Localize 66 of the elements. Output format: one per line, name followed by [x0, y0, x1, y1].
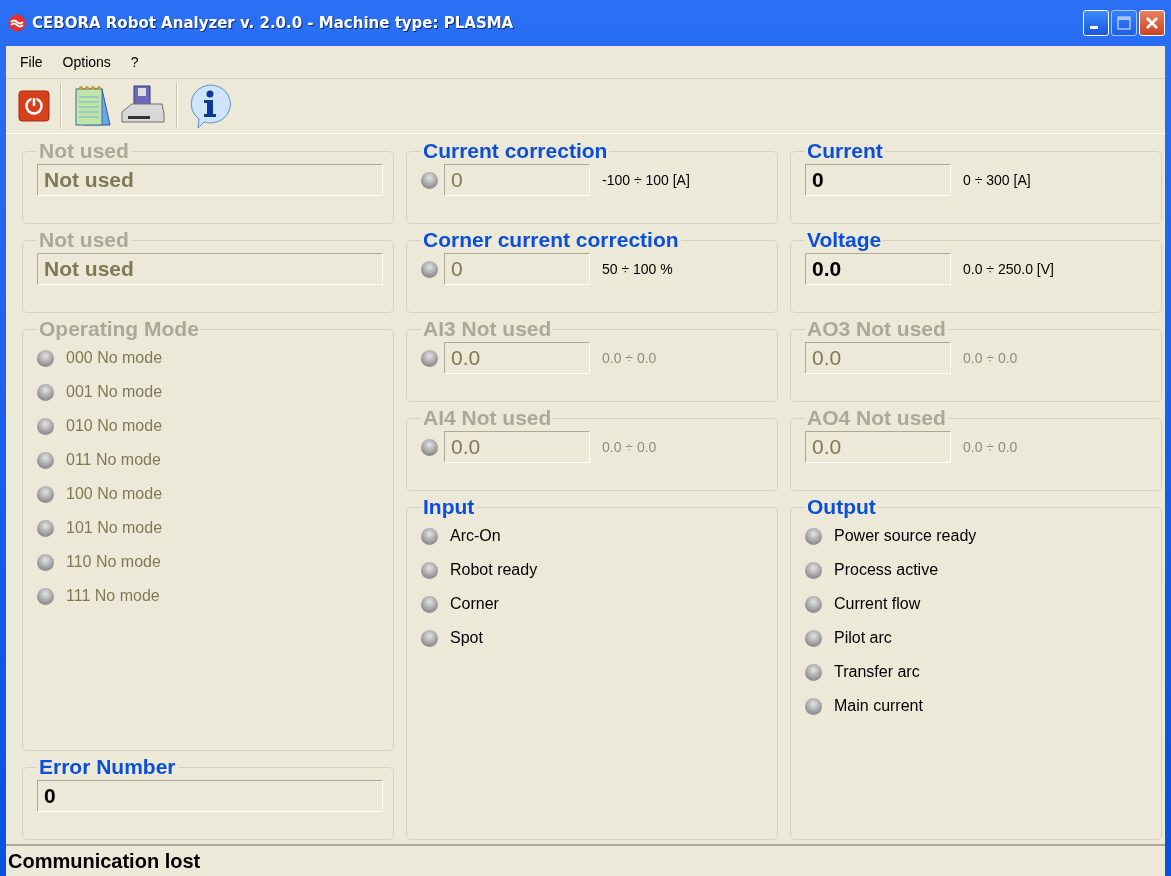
menu-item[interactable]: ?	[120, 52, 149, 72]
app-logo-icon	[8, 14, 26, 32]
indicator-label: Transfer arc	[834, 662, 920, 682]
indicator-label: Process active	[834, 560, 939, 580]
indicator-label: 101 No mode	[66, 518, 163, 538]
indicator-label: 010 No mode	[66, 416, 163, 436]
group-title: Current	[806, 140, 884, 162]
indicator-label: Main current	[834, 696, 923, 716]
info-icon[interactable]	[188, 83, 232, 129]
group-title: Operating Mode	[38, 318, 200, 340]
range-label: 0 ÷ 300 [A]	[963, 172, 1031, 188]
close-icon	[1144, 15, 1160, 31]
value-field: 0.0	[444, 342, 590, 374]
indicator-label: 110 No mode	[66, 552, 161, 572]
indicator-label: Arc-On	[450, 526, 501, 546]
value-field: 0	[37, 780, 383, 812]
value-field: Not used	[37, 164, 383, 196]
window-title: CEBORA Robot Analyzer v. 2.0.0 - Machine type: PLASMA	[32, 14, 515, 32]
indicator-label: 111 No mode	[66, 586, 160, 606]
indicator-label: Power source ready	[834, 526, 977, 546]
menu-item[interactable]: File	[10, 52, 53, 72]
group-title: Output	[806, 496, 877, 518]
group-title: Current correction	[422, 140, 609, 162]
value-field: 0	[805, 164, 951, 196]
range-label: 50 ÷ 100 %	[602, 261, 673, 277]
group-title: Voltage	[806, 229, 883, 251]
group-title: AI3 Not used	[422, 318, 553, 340]
value-field: 0.0	[805, 253, 951, 285]
indicator-label: Robot ready	[450, 560, 538, 580]
indicator-label: Current flow	[834, 594, 921, 614]
group-title: Error Number	[38, 756, 177, 778]
range-label: -100 ÷ 100 [A]	[602, 172, 690, 188]
range-label: 0.0 ÷ 0.0	[963, 350, 1018, 366]
range-label: 0.0 ÷ 0.0	[963, 439, 1018, 455]
value-field: Not used	[37, 253, 383, 285]
range-label: 0.0 ÷ 250.0 [V]	[963, 261, 1054, 277]
group-title: Input	[422, 496, 476, 518]
value-field: 0.0	[805, 342, 951, 374]
group-title: AO3 Not used	[806, 318, 947, 340]
range-label: 0.0 ÷ 0.0	[602, 439, 657, 455]
indicator-label: 100 No mode	[66, 484, 163, 504]
power-icon[interactable]	[18, 90, 50, 122]
indicator-label: 001 No mode	[66, 382, 163, 402]
value-field: 0.0	[444, 431, 590, 463]
close-button[interactable]	[1139, 10, 1165, 36]
notepad-icon[interactable]	[72, 83, 114, 129]
group-title: Not used	[38, 140, 130, 162]
indicator-label: Spot	[450, 628, 483, 648]
menu-item[interactable]: Options	[52, 52, 121, 72]
indicator-label: 011 No mode	[66, 450, 161, 470]
indicator-label: Pilot arc	[834, 628, 892, 648]
group-title: Corner current correction	[422, 229, 680, 251]
status-bar: Communication lost	[6, 844, 1165, 876]
maximize-icon	[1116, 15, 1132, 31]
group-title: AI4 Not used	[422, 407, 553, 429]
indicator-label: 000 No mode	[66, 348, 163, 368]
group-title: AO4 Not used	[806, 407, 947, 429]
value-field: 0.0	[805, 431, 951, 463]
minimize-icon	[1090, 26, 1098, 29]
value-field: 0	[444, 164, 590, 196]
maximize-button[interactable]	[1111, 10, 1137, 36]
indicator-label: Corner	[450, 594, 499, 614]
range-label: 0.0 ÷ 0.0	[602, 350, 657, 366]
value-field: 0	[444, 253, 590, 285]
minimize-button[interactable]	[1083, 10, 1109, 36]
group-title: Not used	[38, 229, 130, 251]
